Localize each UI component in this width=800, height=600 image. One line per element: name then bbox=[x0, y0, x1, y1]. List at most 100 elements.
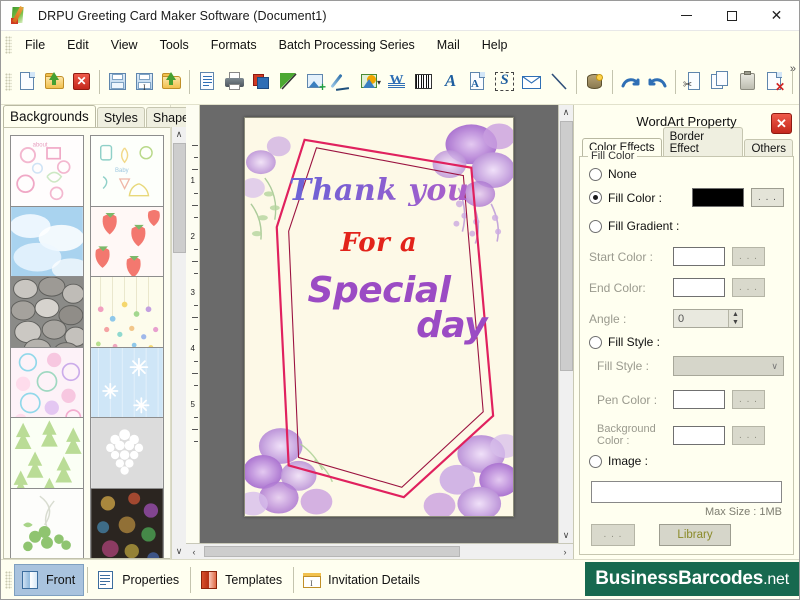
statusbar-grip-handle[interactable] bbox=[5, 570, 12, 589]
menu-help[interactable]: Help bbox=[471, 33, 519, 57]
greeting-card[interactable]: Thank you For a Special day bbox=[244, 117, 514, 517]
start-color-browse-button[interactable]: . . . bbox=[732, 247, 765, 266]
new-document-icon[interactable] bbox=[14, 67, 41, 97]
left-panel-scroll-thumb[interactable] bbox=[172, 143, 186, 253]
menu-edit[interactable]: Edit bbox=[56, 33, 100, 57]
start-color-swatch[interactable] bbox=[673, 247, 725, 266]
page-setup-icon[interactable] bbox=[194, 67, 221, 97]
cut-icon[interactable]: ✂ bbox=[680, 67, 707, 97]
menu-file[interactable]: File bbox=[14, 33, 56, 57]
export-folder-icon[interactable] bbox=[158, 67, 185, 97]
option-none-row[interactable]: None bbox=[589, 167, 784, 181]
option-image-row[interactable]: Image : bbox=[589, 454, 784, 468]
statusbar-item-front[interactable]: Front bbox=[14, 563, 85, 596]
fill-color-swatch[interactable] bbox=[692, 188, 744, 207]
toolbar-grip-handle[interactable] bbox=[5, 72, 12, 91]
database-icon[interactable] bbox=[581, 67, 608, 97]
pen-color-swatch[interactable] bbox=[673, 390, 725, 409]
background-thumb-floral-pink[interactable] bbox=[10, 346, 84, 425]
menu-tools[interactable]: Tools bbox=[149, 33, 200, 57]
pen-tool-icon[interactable] bbox=[329, 67, 356, 97]
image-browse-button[interactable]: . . . bbox=[591, 524, 635, 546]
background-thumb-confetti[interactable] bbox=[90, 276, 164, 355]
wordart-icon[interactable]: W bbox=[383, 67, 410, 97]
toolbar-overflow-button[interactable]: » bbox=[790, 63, 796, 75]
redo-icon[interactable] bbox=[644, 67, 671, 97]
menu-batch-processing-series[interactable]: Batch Processing Series bbox=[268, 33, 426, 57]
background-thumb-pine-trees[interactable] bbox=[10, 417, 84, 496]
library-button[interactable]: Library bbox=[659, 524, 731, 546]
shape-tool-icon[interactable]: ▾ bbox=[356, 67, 383, 97]
canvas-scroll-right-button[interactable]: › bbox=[557, 544, 573, 559]
close-button[interactable]: ✕ bbox=[754, 1, 799, 31]
canvas-scroll-left-button[interactable]: ‹ bbox=[186, 544, 202, 559]
card-line-thank-you[interactable]: Thank you bbox=[289, 176, 469, 206]
card-line-for-a[interactable]: For a bbox=[341, 228, 417, 258]
option-fill-style-row[interactable]: Fill Style : bbox=[589, 335, 784, 349]
canvas-horizontal-scrollbar[interactable]: ‹ › bbox=[186, 543, 573, 559]
card-line-special[interactable]: Special bbox=[308, 272, 451, 308]
radio-image[interactable] bbox=[589, 454, 602, 468]
print-icon[interactable] bbox=[221, 67, 248, 97]
radio-fill-color[interactable] bbox=[589, 191, 602, 204]
background-thumb-stones[interactable] bbox=[10, 276, 84, 355]
open-folder-icon[interactable] bbox=[41, 67, 68, 97]
background-thumb-clover[interactable] bbox=[10, 487, 84, 558]
background-thumb-white-heart[interactable] bbox=[90, 417, 164, 496]
canvas-vertical-scrollbar[interactable]: ∧ ∨ bbox=[558, 105, 574, 543]
angle-spin-up[interactable]: ▲ bbox=[732, 311, 739, 318]
background-color-swatch[interactable] bbox=[673, 425, 725, 445]
statusbar-item-properties[interactable]: Properties bbox=[91, 565, 187, 595]
canvas-vertical-scroll-thumb[interactable] bbox=[559, 121, 573, 371]
background-thumb-clouds[interactable] bbox=[10, 205, 84, 284]
menu-formats[interactable]: Formats bbox=[200, 33, 268, 57]
canvas-viewport[interactable]: Thank you For a Special day bbox=[200, 105, 558, 543]
fill-color-browse-button[interactable]: . . . bbox=[751, 188, 784, 207]
text-box-icon[interactable]: A bbox=[464, 67, 491, 97]
canvas-scroll-up-button[interactable]: ∧ bbox=[558, 105, 574, 120]
radio-fill-style[interactable] bbox=[589, 335, 602, 349]
delete-icon[interactable]: ✕ bbox=[761, 67, 788, 97]
statusbar-item-templates[interactable]: Templates bbox=[194, 565, 290, 595]
undo-icon[interactable] bbox=[617, 67, 644, 97]
end-color-swatch[interactable] bbox=[673, 278, 725, 297]
save-icon[interactable] bbox=[104, 67, 131, 97]
card-line-day[interactable]: day bbox=[416, 308, 487, 344]
background-thumb-baby-pastel[interactable]: Baby bbox=[90, 135, 164, 214]
menu-mail[interactable]: Mail bbox=[426, 33, 471, 57]
text-icon[interactable]: A bbox=[437, 67, 464, 97]
background-thumb-strawberry[interactable] bbox=[90, 205, 164, 284]
minimize-button[interactable] bbox=[664, 1, 709, 31]
pen-color-browse-button[interactable]: . . . bbox=[732, 390, 765, 409]
left-panel-scroll-up-button[interactable]: ∧ bbox=[171, 127, 187, 142]
barcode-icon[interactable] bbox=[410, 67, 437, 97]
angle-spinner-buttons[interactable]: ▲ ▼ bbox=[728, 310, 742, 327]
tab-others[interactable]: Others bbox=[744, 139, 793, 157]
background-thumb-snowflake[interactable] bbox=[90, 346, 164, 425]
fill-style-select[interactable]: ∨ bbox=[673, 356, 784, 376]
canvas-horizontal-scroll-track[interactable] bbox=[202, 544, 557, 559]
canvas-scroll-down-button[interactable]: ∨ bbox=[558, 528, 574, 543]
line-tool-icon[interactable] bbox=[545, 67, 572, 97]
left-panel-scroll-down-button[interactable]: ∨ bbox=[171, 544, 187, 559]
menu-view[interactable]: View bbox=[100, 33, 149, 57]
left-panel-scrollbar[interactable]: ∧ ∨ bbox=[171, 127, 187, 559]
insert-image-icon[interactable]: + bbox=[302, 67, 329, 97]
option-fill-color-row[interactable]: Fill Color : . . . bbox=[589, 188, 784, 207]
tab-backgrounds[interactable]: Backgrounds bbox=[3, 105, 96, 127]
background-color-browse-button[interactable]: . . . bbox=[732, 425, 765, 445]
end-color-browse-button[interactable]: . . . bbox=[732, 278, 765, 297]
save-as-icon[interactable]: I bbox=[131, 67, 158, 97]
maximize-button[interactable] bbox=[709, 1, 754, 31]
image-path-input[interactable] bbox=[591, 481, 782, 503]
panel-close-button[interactable]: ✕ bbox=[771, 113, 792, 134]
background-icon[interactable] bbox=[275, 67, 302, 97]
radio-fill-gradient[interactable] bbox=[589, 219, 602, 233]
signature-icon[interactable]: S bbox=[491, 67, 518, 97]
angle-spin-down[interactable]: ▼ bbox=[732, 319, 739, 326]
background-thumb-fireworks[interactable] bbox=[90, 487, 164, 558]
close-document-icon[interactable]: ✕ bbox=[68, 67, 95, 97]
copy-icon[interactable] bbox=[707, 67, 734, 97]
radio-none[interactable] bbox=[589, 167, 602, 181]
paste-icon[interactable] bbox=[734, 67, 761, 97]
